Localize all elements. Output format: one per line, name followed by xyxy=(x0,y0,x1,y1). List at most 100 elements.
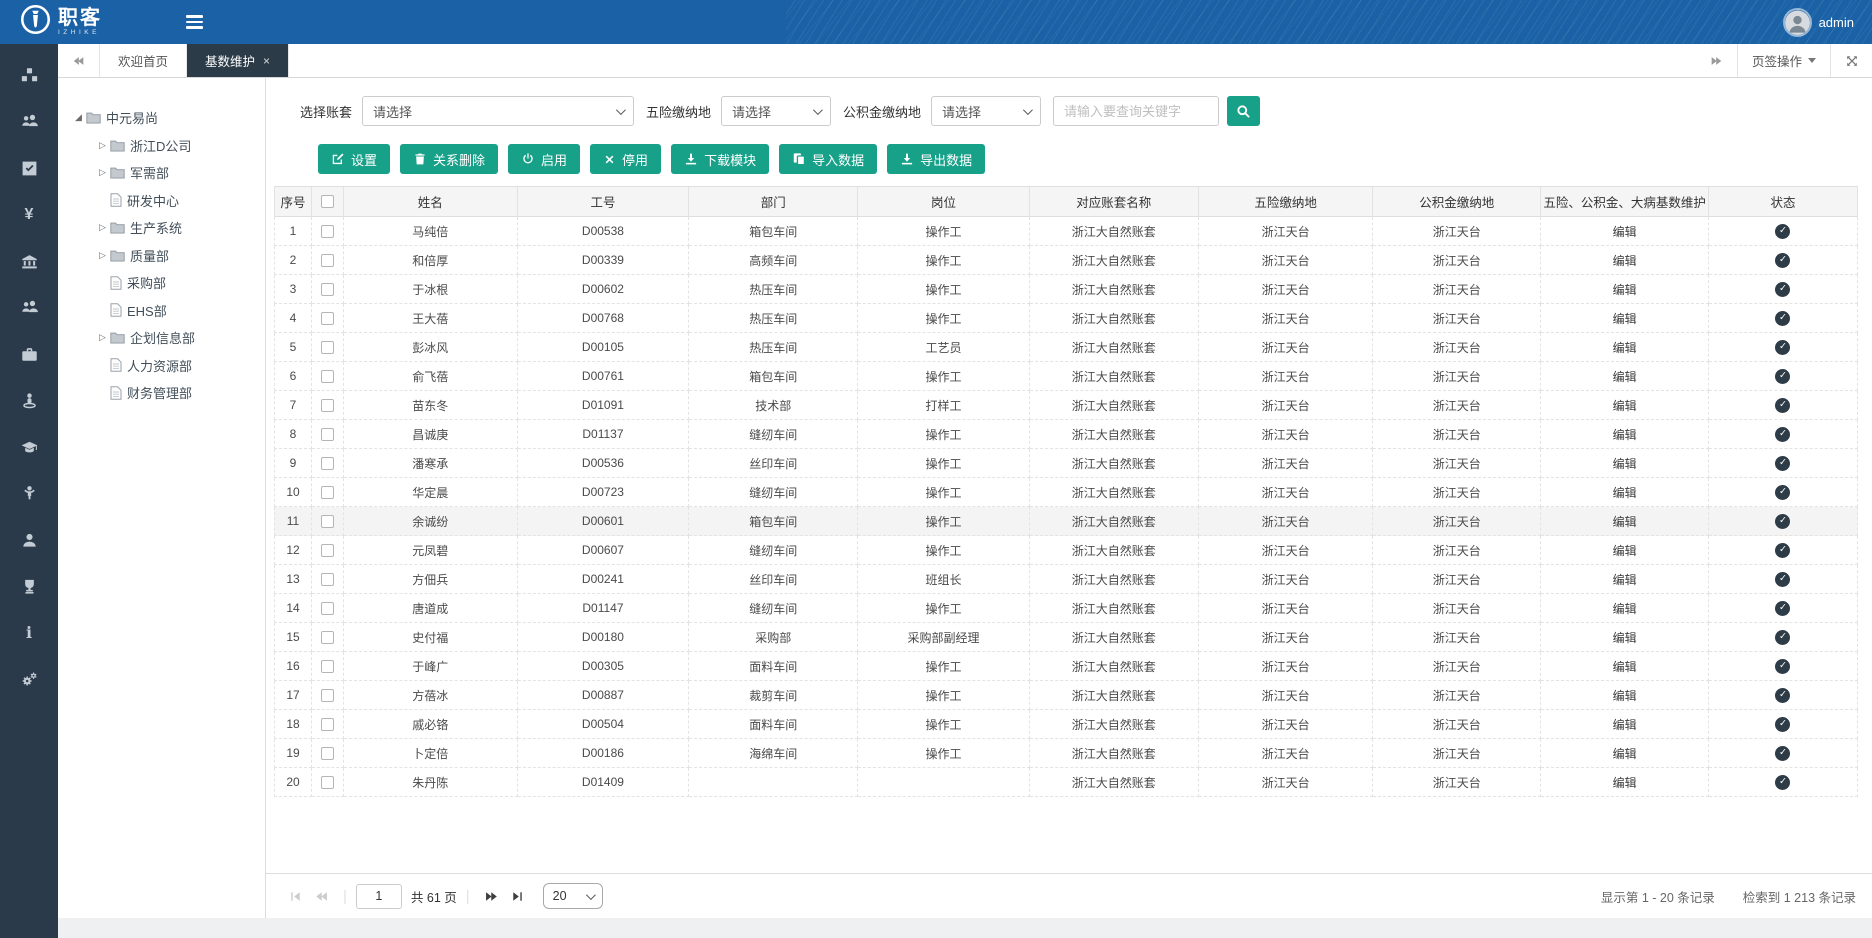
caret-closed-icon[interactable]: ▷ xyxy=(96,332,109,343)
row-checkbox[interactable] xyxy=(321,573,334,586)
status-check-icon[interactable]: ✓ xyxy=(1775,224,1790,239)
edit-link[interactable]: 编辑 xyxy=(1613,310,1637,327)
table-row[interactable]: 11余诚纷D00601箱包车间操作工浙江大自然账套浙江天台浙江天台编辑✓ xyxy=(274,507,1858,536)
next-page-button[interactable] xyxy=(479,883,505,909)
user-icon[interactable] xyxy=(0,517,58,564)
child-icon[interactable] xyxy=(0,471,58,518)
trophy-icon[interactable] xyxy=(0,564,58,611)
status-check-icon[interactable]: ✓ xyxy=(1775,717,1790,732)
select-all-checkbox[interactable] xyxy=(321,195,334,208)
graduation-cap-icon[interactable] xyxy=(0,424,58,471)
edit-link[interactable]: 编辑 xyxy=(1613,745,1637,762)
first-page-button[interactable] xyxy=(282,883,308,909)
row-checkbox[interactable] xyxy=(321,254,334,267)
search-input[interactable] xyxy=(1053,96,1219,126)
status-check-icon[interactable]: ✓ xyxy=(1775,369,1790,384)
tree-item[interactable]: ◢中元易尚 xyxy=(70,104,257,132)
status-check-icon[interactable]: ✓ xyxy=(1775,659,1790,674)
status-check-icon[interactable]: ✓ xyxy=(1775,253,1790,268)
status-check-icon[interactable]: ✓ xyxy=(1775,311,1790,326)
status-check-icon[interactable]: ✓ xyxy=(1775,282,1790,297)
table-row[interactable]: 10华定晨D00723缝纫车间操作工浙江大自然账套浙江天台浙江天台编辑✓ xyxy=(274,478,1858,507)
table-row[interactable]: 8昌诚庚D01137缝纫车间操作工浙江大自然账套浙江天台浙江天台编辑✓ xyxy=(274,420,1858,449)
bank-icon[interactable] xyxy=(0,238,58,285)
table-row[interactable]: 17方蓓冰D00887裁剪车间操作工浙江大自然账套浙江天台浙江天台编辑✓ xyxy=(274,681,1858,710)
page-size-select[interactable]: 20 xyxy=(543,883,603,909)
trash-action-button[interactable]: 关系删除 xyxy=(400,144,498,174)
edit-link[interactable]: 编辑 xyxy=(1613,339,1637,356)
tab-close-icon[interactable]: × xyxy=(263,54,270,68)
caret-open-icon[interactable]: ◢ xyxy=(72,112,85,123)
tab-1[interactable]: 欢迎首页 xyxy=(100,44,187,77)
info-icon[interactable]: i xyxy=(0,610,58,657)
status-check-icon[interactable]: ✓ xyxy=(1775,398,1790,413)
edit-link[interactable]: 编辑 xyxy=(1613,252,1637,269)
fullscreen-button[interactable] xyxy=(1830,44,1872,77)
users-icon[interactable] xyxy=(0,99,58,146)
yen-icon[interactable]: ¥ xyxy=(0,192,58,239)
row-checkbox[interactable] xyxy=(321,718,334,731)
status-check-icon[interactable]: ✓ xyxy=(1775,456,1790,471)
insurance-place-select[interactable]: 请选择 xyxy=(721,96,831,126)
status-check-icon[interactable]: ✓ xyxy=(1775,746,1790,761)
status-check-icon[interactable]: ✓ xyxy=(1775,514,1790,529)
download-action-button[interactable]: 下载模块 xyxy=(671,144,769,174)
tabs-scroll-left-button[interactable] xyxy=(58,44,100,77)
tree-item[interactable]: 采购部 xyxy=(70,269,257,297)
edit-link[interactable]: 编辑 xyxy=(1613,629,1637,646)
row-checkbox[interactable] xyxy=(321,602,334,615)
row-checkbox[interactable] xyxy=(321,747,334,760)
edit-link[interactable]: 编辑 xyxy=(1613,368,1637,385)
tree-item[interactable]: ▷生产系统 xyxy=(70,214,257,242)
users-alt-icon[interactable] xyxy=(0,285,58,332)
table-row[interactable]: 5彭冰风D00105热压车间工艺员浙江大自然账套浙江天台浙江天台编辑✓ xyxy=(274,333,1858,362)
tree-item[interactable]: ▷浙江D公司 xyxy=(70,132,257,160)
account-select[interactable]: 请选择 xyxy=(362,96,634,126)
row-checkbox[interactable] xyxy=(321,515,334,528)
tree-item[interactable]: 研发中心 xyxy=(70,187,257,215)
status-check-icon[interactable]: ✓ xyxy=(1775,572,1790,587)
tree-item[interactable]: 财务管理部 xyxy=(70,379,257,407)
status-check-icon[interactable]: ✓ xyxy=(1775,427,1790,442)
edit-link[interactable]: 编辑 xyxy=(1613,774,1637,791)
row-checkbox[interactable] xyxy=(321,225,334,238)
table-row[interactable]: 9潘寒承D00536丝印车间操作工浙江大自然账套浙江天台浙江天台编辑✓ xyxy=(274,449,1858,478)
tree-item[interactable]: 人力资源部 xyxy=(70,352,257,380)
status-check-icon[interactable]: ✓ xyxy=(1775,543,1790,558)
edit-link[interactable]: 编辑 xyxy=(1613,455,1637,472)
row-checkbox[interactable] xyxy=(321,776,334,789)
row-checkbox[interactable] xyxy=(321,370,334,383)
status-check-icon[interactable]: ✓ xyxy=(1775,601,1790,616)
last-page-button[interactable] xyxy=(505,883,531,909)
street-view-icon[interactable] xyxy=(0,378,58,425)
row-checkbox[interactable] xyxy=(321,457,334,470)
page-number-input[interactable] xyxy=(356,884,402,909)
table-row[interactable]: 13方佃兵D00241丝印车间班组长浙江大自然账套浙江天台浙江天台编辑✓ xyxy=(274,565,1858,594)
tree-item[interactable]: EHS部 xyxy=(70,297,257,325)
edit-link[interactable]: 编辑 xyxy=(1613,426,1637,443)
status-check-icon[interactable]: ✓ xyxy=(1775,775,1790,790)
prev-page-button[interactable] xyxy=(308,883,334,909)
x-action-button[interactable]: 停用 xyxy=(590,144,661,174)
row-checkbox[interactable] xyxy=(321,660,334,673)
status-check-icon[interactable]: ✓ xyxy=(1775,630,1790,645)
edit-link[interactable]: 编辑 xyxy=(1613,223,1637,240)
tree-item[interactable]: ▷质量部 xyxy=(70,242,257,270)
edit-action-button[interactable]: 设置 xyxy=(318,144,390,174)
row-checkbox[interactable] xyxy=(321,428,334,441)
user-menu[interactable]: admin xyxy=(1783,8,1872,37)
table-row[interactable]: 18戚必铬D00504面料车间操作工浙江大自然账套浙江天台浙江天台编辑✓ xyxy=(274,710,1858,739)
table-row[interactable]: 20朱丹陈D01409浙江大自然账套浙江天台浙江天台编辑✓ xyxy=(274,768,1858,797)
table-row[interactable]: 14唐道成D01147缝纫车间操作工浙江大自然账套浙江天台浙江天台编辑✓ xyxy=(274,594,1858,623)
row-checkbox[interactable] xyxy=(321,486,334,499)
cogs-icon[interactable] xyxy=(0,657,58,704)
caret-closed-icon[interactable]: ▷ xyxy=(96,250,109,261)
tree-item[interactable]: ▷军需部 xyxy=(70,159,257,187)
tab-operations-button[interactable]: 页签操作 xyxy=(1737,44,1830,77)
edit-link[interactable]: 编辑 xyxy=(1613,542,1637,559)
status-check-icon[interactable]: ✓ xyxy=(1775,340,1790,355)
row-checkbox[interactable] xyxy=(321,689,334,702)
caret-closed-icon[interactable]: ▷ xyxy=(96,167,109,178)
check-square-icon[interactable] xyxy=(0,145,58,192)
edit-link[interactable]: 编辑 xyxy=(1613,397,1637,414)
